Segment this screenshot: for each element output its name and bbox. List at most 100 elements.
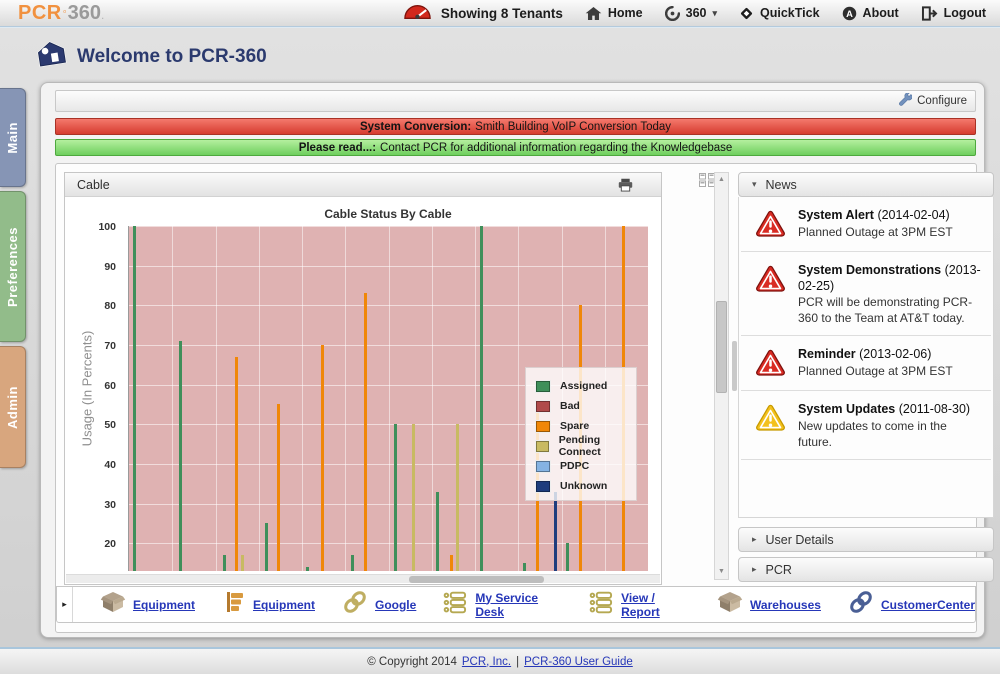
nav-item-home[interactable]: Home	[585, 6, 643, 21]
banner-text: Contact PCR for additional information r…	[380, 142, 732, 154]
logo-text-360: 360	[68, 2, 101, 25]
news-item-text: System Demonstrations (2013-02-25)PCR wi…	[798, 263, 981, 326]
legend-label: Spare	[560, 420, 589, 432]
package-icon	[717, 590, 743, 619]
h-scrollbar-thumb[interactable]	[409, 576, 544, 583]
legend-row: Assigned	[536, 376, 636, 396]
sidebar-tab-label: Preferences	[5, 227, 20, 307]
notice-banner: Please read...: Contact PCR for addition…	[55, 139, 976, 156]
shortcut-my-service-desk[interactable]: My Service Desk	[443, 591, 562, 619]
list-icon	[589, 591, 614, 619]
y-tick-label: 60	[76, 380, 116, 392]
home-icon	[585, 6, 602, 21]
quicktick-icon	[739, 6, 754, 21]
legend-label: PDPC	[560, 460, 589, 472]
user-guide-link[interactable]: PCR-360 User Guide	[524, 656, 633, 668]
welcome-heading: Welcome to PCR-360	[36, 40, 267, 73]
shortcut-customercenter[interactable]: CustomerCenter	[848, 589, 975, 620]
chevron-down-icon: ▾	[752, 179, 757, 190]
shortcut-view-report[interactable]: View / Report	[589, 591, 690, 619]
news-column-scrollbar[interactable]	[732, 341, 737, 391]
pcr360-logo[interactable]: PCR ◦ 360 .	[18, 2, 104, 25]
tenant-indicator[interactable]: Showing 8 Tenants	[403, 4, 563, 23]
chevron-right-icon: ▸	[752, 534, 757, 545]
chart-bar-spare	[321, 345, 324, 571]
shortcut-warehouses[interactable]: Warehouses	[717, 590, 821, 619]
scroll-down-arrow[interactable]: ▼	[715, 565, 728, 579]
chart-plot-area: AssignedBadSparePending ConnectPDPCUnkno…	[128, 226, 648, 571]
chain-link-blue-icon	[848, 589, 874, 620]
accordion-label: PCR	[766, 563, 792, 577]
chart-gridline-v	[259, 226, 260, 571]
news-item-name: System Alert	[798, 208, 874, 222]
chart-gridline-h	[129, 226, 648, 227]
nav-item-logout[interactable]: Logout	[921, 6, 986, 21]
chart-gridline-v	[518, 226, 519, 571]
v-scrollbar-thumb[interactable]	[716, 301, 727, 393]
chart-bar-assigned	[133, 226, 136, 571]
printer-icon[interactable]	[618, 178, 633, 195]
pcr-inc-link[interactable]: PCR, Inc.	[462, 656, 511, 668]
legend-row: Spare	[536, 416, 636, 436]
chart-gridline-v	[475, 226, 476, 571]
chart-gridline-v	[216, 226, 217, 571]
footer-separator: |	[516, 656, 519, 668]
cable-portlet-header: Cable	[65, 173, 661, 197]
accordion-pcr[interactable]: ▸PCR	[738, 557, 994, 582]
dashboard-content: Cable Cable Status By Cable Usage (In Pe…	[55, 163, 977, 633]
layout-grid-icon[interactable]	[699, 173, 715, 192]
copyright-text: © Copyright 2014	[367, 656, 457, 668]
shortcut-link: Warehouses	[750, 598, 821, 612]
chart-bar-assigned	[306, 567, 309, 571]
chart-horizontal-scrollbar[interactable]	[66, 574, 660, 583]
chart-bar-assigned	[394, 424, 397, 571]
logo-ring-icon: ◦	[63, 6, 67, 18]
chart-gridline-v	[345, 226, 346, 571]
news-portlet: ▾ News System Alert (2014-02-04)Planned …	[738, 172, 994, 518]
news-item-name: System Demonstrations	[798, 263, 941, 277]
content-vertical-scrollbar[interactable]: ▲ ▼	[714, 172, 729, 580]
nav-item-quicktick[interactable]: QuickTick	[739, 6, 820, 21]
chart-gridline-h	[129, 504, 648, 505]
shortcut-google[interactable]: Google	[342, 589, 416, 620]
legend-swatch	[536, 461, 550, 472]
news-item: System Updates (2011-08-30)New updates t…	[741, 391, 991, 460]
chart-bar-assigned	[265, 523, 268, 571]
nav-item-360[interactable]: 360▾	[665, 6, 717, 21]
sidebar-tab-main[interactable]: Main	[0, 88, 26, 187]
shortcut-link: View / Report	[621, 591, 690, 619]
chart-bar-assigned	[566, 543, 569, 571]
chart-gridline-h	[129, 305, 648, 306]
home-house-icon	[36, 40, 67, 73]
shortcuts-expander-button[interactable]: ▸	[57, 587, 73, 622]
legend-swatch	[536, 441, 549, 452]
legend-label: Unknown	[560, 480, 607, 492]
shortcut-link: Equipment	[253, 598, 315, 612]
legend-swatch	[536, 381, 550, 392]
chart-bar-spare	[277, 404, 280, 571]
sidebar-tab-admin[interactable]: Admin	[0, 346, 26, 468]
chevron-down-icon: ▾	[712, 8, 717, 19]
news-item: System Demonstrations (2013-02-25)PCR wi…	[741, 252, 991, 336]
top-header-bar: PCR ◦ 360 . Showing 8 Tenants Home360▾Qu…	[0, 0, 1000, 27]
configure-label: Configure	[917, 95, 967, 107]
sidebar-tab-preferences[interactable]: Preferences	[0, 191, 26, 342]
y-tick-label: 30	[76, 499, 116, 511]
chart-gridline-v	[172, 226, 173, 571]
configure-button[interactable]: Configure	[899, 93, 967, 109]
news-header[interactable]: ▾ News	[738, 172, 994, 197]
chart-bar-assigned	[223, 555, 226, 571]
logo-text-pcr: PCR	[18, 2, 62, 25]
chart-bar-unknown	[554, 492, 557, 571]
y-tick-label: 100	[76, 221, 116, 233]
sidebar-tab-label: Admin	[5, 386, 20, 429]
scroll-up-arrow[interactable]: ▲	[715, 173, 728, 187]
news-item-body: Planned Outage at 3PM EST	[798, 225, 981, 241]
chart-gridline-v	[389, 226, 390, 571]
nav-item-about[interactable]: AAbout	[842, 6, 899, 21]
legend-row: Unknown	[536, 476, 636, 496]
shortcut-equipment[interactable]: Equipment	[100, 590, 195, 619]
shortcut-equipment[interactable]: Equipment	[222, 590, 315, 619]
legend-label: Assigned	[560, 380, 607, 392]
accordion-user-details[interactable]: ▸User Details	[738, 527, 994, 552]
